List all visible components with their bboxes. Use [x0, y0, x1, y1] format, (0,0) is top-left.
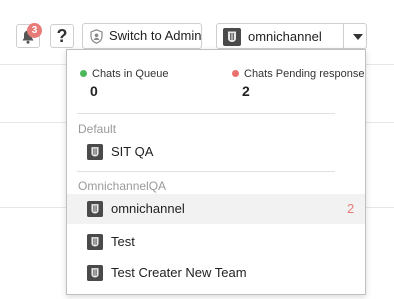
chats-in-queue-value: 0 — [90, 83, 98, 99]
menu-separator — [77, 113, 335, 114]
caret-down-icon[interactable] — [353, 34, 363, 40]
team-logo-icon — [87, 144, 103, 160]
team-logo-icon — [87, 234, 103, 250]
team-selector[interactable]: omnichannel — [216, 23, 367, 49]
red-status-dot — [232, 70, 239, 77]
group-label-default: Default — [78, 122, 117, 136]
team-name: omnichannel — [111, 201, 185, 216]
selected-team-name: omnichannel — [248, 29, 322, 44]
team-logo-icon — [87, 265, 103, 281]
team-logo-icon — [223, 28, 241, 46]
team-logo-icon — [87, 201, 103, 217]
group-label-omnichannelqa: OmnichannelQA — [78, 179, 167, 193]
chats-pending-value: 2 — [242, 83, 250, 99]
shield-icon — [90, 29, 103, 44]
switch-to-admin-label: Switch to Admin — [109, 28, 202, 43]
notification-count-badge: 3 — [27, 23, 42, 38]
select-divider — [343, 24, 344, 48]
help-button[interactable]: ? — [50, 24, 74, 48]
notifications-button[interactable]: 3 — [16, 23, 42, 48]
switch-to-admin-button[interactable]: Switch to Admin — [82, 23, 202, 49]
team-dropdown-menu: Chats in Queue 0 Chats Pending response … — [66, 49, 366, 295]
team-item-sit-qa[interactable]: SIT QA — [67, 137, 365, 167]
chats-pending-label: Chats Pending response — [232, 68, 364, 80]
team-name: Test — [111, 234, 135, 249]
team-item-test-creater-new-team[interactable]: Test Creater New Team — [67, 258, 365, 288]
pending-count: 2 — [347, 201, 355, 216]
team-item-omnichannel[interactable]: omnichannel 2 — [67, 194, 365, 224]
team-name: SIT QA — [111, 144, 154, 159]
menu-separator — [77, 171, 335, 172]
green-status-dot — [80, 70, 87, 77]
team-item-test[interactable]: Test — [67, 227, 365, 257]
team-name: Test Creater New Team — [111, 265, 247, 280]
chats-in-queue-label: Chats in Queue — [80, 68, 168, 80]
